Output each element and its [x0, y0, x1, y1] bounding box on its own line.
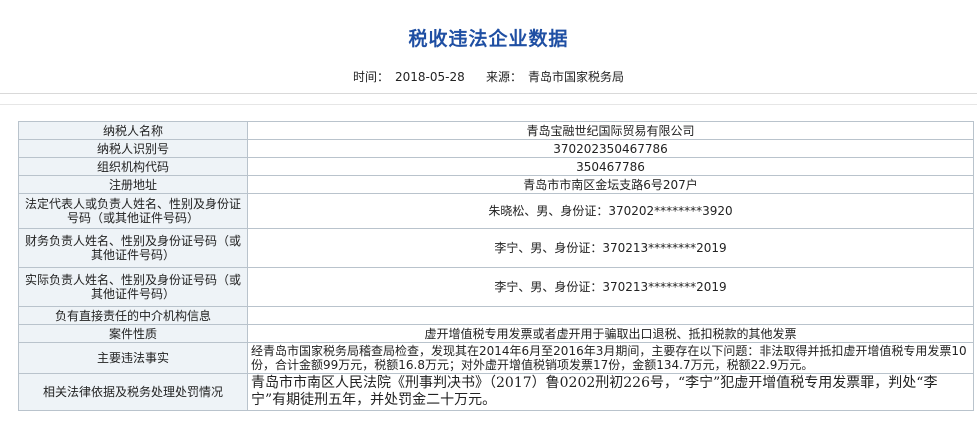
article-meta: 时间： 2018-05-28 来源： 青岛市国家税务局 — [0, 68, 977, 85]
source-value: 青岛市国家税务局 — [528, 70, 625, 84]
row-value-legal-basis: 青岛市市南区人民法院《刑事判决书》（2017）鲁0202刑初226号，“李宁”犯… — [247, 373, 974, 411]
row-key-org-code: 组织机构代码 — [18, 157, 248, 176]
row-key-actual-head: 实际负责人姓名、性别及身份证号码（或其他证件号码） — [18, 267, 248, 307]
table-row: 组织机构代码 350467786 — [18, 157, 974, 176]
row-value-actual-head: 李宁、男、身份证：370213********2019 — [247, 267, 974, 307]
row-key-registered-address: 注册地址 — [18, 175, 248, 194]
source-label: 来源： — [486, 70, 523, 84]
taxpayer-info-table: 纳税人名称 青岛宝融世纪国际贸易有限公司 纳税人识别号 370202350467… — [18, 121, 974, 411]
time-label: 时间： — [352, 70, 389, 84]
divider-top — [0, 93, 977, 94]
table-row: 实际负责人姓名、性别及身份证号码（或其他证件号码） 李宁、男、身份证：37021… — [18, 267, 974, 307]
row-value-finance-head: 李宁、男、身份证：370213********2019 — [247, 228, 974, 268]
table-row: 注册地址 青岛市市南区金坛支路6号207户 — [18, 175, 974, 194]
row-value-legal-rep: 朱晓松、男、身份证：370202********3920 — [247, 193, 974, 229]
row-value-taxpayer-id: 370202350467786 — [247, 139, 974, 158]
table-row: 纳税人名称 青岛宝融世纪国际贸易有限公司 — [18, 121, 974, 140]
row-value-intermediary — [247, 306, 974, 325]
table-row: 相关法律依据及税务处理处罚情况 青岛市市南区人民法院《刑事判决书》（2017）鲁… — [18, 373, 974, 411]
row-key-legal-basis: 相关法律依据及税务处理处罚情况 — [18, 373, 248, 411]
row-key-taxpayer-name: 纳税人名称 — [18, 121, 248, 140]
row-value-case-nature: 虚开增值税专用发票或者虚开用于骗取出口退税、抵扣税款的其他发票 — [247, 324, 974, 343]
time-value: 2018-05-28 — [394, 70, 465, 84]
row-key-case-nature: 案件性质 — [18, 324, 248, 343]
table-row: 纳税人识别号 370202350467786 — [18, 139, 974, 158]
row-value-taxpayer-name: 青岛宝融世纪国际贸易有限公司 — [247, 121, 974, 140]
divider-bottom — [0, 104, 977, 105]
table-row: 法定代表人或负责人姓名、性别及身份证号码（或其他证件号码） 朱晓松、男、身份证：… — [18, 193, 974, 229]
row-value-registered-address: 青岛市市南区金坛支路6号207户 — [247, 175, 974, 194]
row-key-intermediary: 负有直接责任的中介机构信息 — [18, 306, 248, 325]
row-key-legal-rep: 法定代表人或负责人姓名、性别及身份证号码（或其他证件号码） — [18, 193, 248, 229]
row-key-main-facts: 主要违法事实 — [18, 342, 248, 374]
table-row: 案件性质 虚开增值税专用发票或者虚开用于骗取出口退税、抵扣税款的其他发票 — [18, 324, 974, 343]
table-row: 财务负责人姓名、性别及身份证号码（或其他证件号码） 李宁、男、身份证：37021… — [18, 228, 974, 268]
row-key-taxpayer-id: 纳税人识别号 — [18, 139, 248, 158]
page-title: 税收违法企业数据 — [408, 28, 569, 50]
table-row: 负有直接责任的中介机构信息 — [18, 306, 974, 325]
row-key-finance-head: 财务负责人姓名、性别及身份证号码（或其他证件号码） — [18, 228, 248, 268]
table-row: 主要违法事实 经青岛市国家税务局稽查局检查，发现其在2014年6月至2016年3… — [18, 342, 974, 374]
row-value-org-code: 350467786 — [247, 157, 974, 176]
row-value-main-facts: 经青岛市国家税务局稽查局检查，发现其在2014年6月至2016年3月期间，主要存… — [247, 342, 974, 374]
